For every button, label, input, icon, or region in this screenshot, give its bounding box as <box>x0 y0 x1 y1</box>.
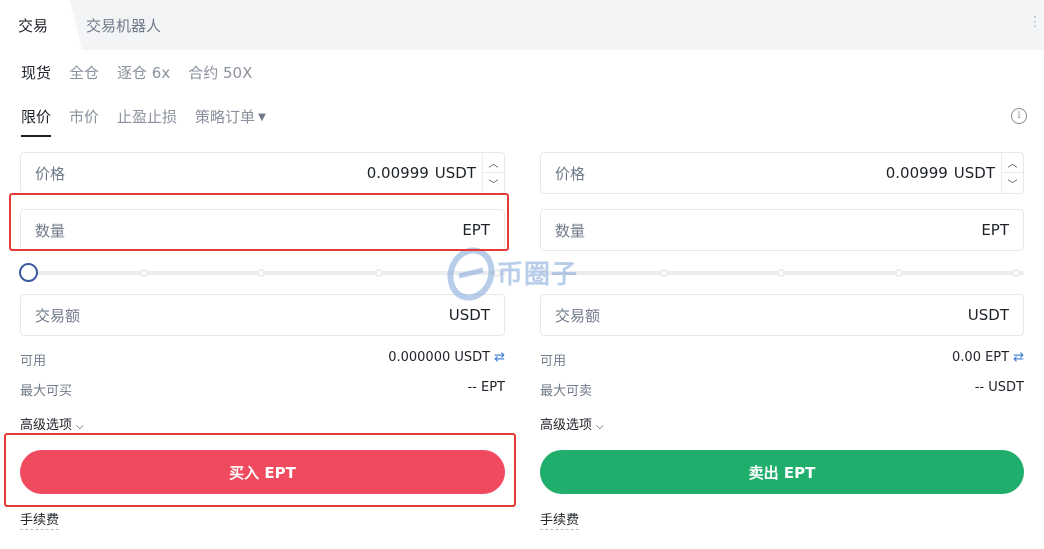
sell-quantity-input[interactable]: 数量 EPT <box>540 209 1024 251</box>
slider-mark-25[interactable] <box>660 269 668 277</box>
buy-price-value: 0.00999 USDT <box>366 164 476 182</box>
order-type-strategy-label: 策略订单 <box>195 108 256 126</box>
sell-price-stepper: ︿ ﹀ <box>1001 153 1023 193</box>
buy-quantity-label: 数量 <box>35 221 66 240</box>
sell-button-label: 卖出 EPT <box>748 463 816 482</box>
top-tab-bar: 交易 交易机器人 ⋮ <box>0 0 1044 50</box>
sell-total-label: 交易额 <box>555 306 601 325</box>
caret-down-icon: ▼ <box>258 112 266 123</box>
sell-quantity-label: 数量 <box>555 221 586 240</box>
slider-track <box>28 271 505 275</box>
order-type-strategy[interactable]: 策略订单 ▼ <box>195 106 266 137</box>
watermark-e-icon <box>447 247 495 301</box>
buy-available-row: 可用 0.000000 USDT ⇄ <box>20 350 505 369</box>
mode-spot[interactable]: 现货 <box>21 62 51 83</box>
more-icon[interactable]: ⋮ <box>1028 14 1042 30</box>
sell-advanced-options[interactable]: 高级选项 ⌵ <box>540 414 604 433</box>
buy-price-stepper: ︿ ﹀ <box>482 153 504 193</box>
watermark-text: 币圈子 <box>497 260 579 290</box>
swap-icon[interactable]: ⇄ <box>494 350 505 365</box>
info-icon[interactable]: i <box>1011 108 1027 124</box>
order-type-stop-limit[interactable]: 止盈止损 <box>117 106 177 137</box>
buy-button-label: 买入 EPT <box>229 463 296 482</box>
slider-mark-50[interactable] <box>257 269 265 277</box>
stepper-up-icon[interactable]: ︿ <box>483 153 504 173</box>
tab-trading-bot[interactable]: 交易机器人 <box>86 0 161 50</box>
tab-trading-bot-label: 交易机器人 <box>86 16 162 35</box>
slider-mark-25[interactable] <box>140 269 148 277</box>
watermark-logo: 币圈子 <box>445 244 605 304</box>
sell-available-row: 可用 0.00 EPT ⇄ <box>540 350 1024 369</box>
buy-price-input[interactable]: 价格 0.00999 USDT ︿ ﹀ <box>20 152 505 194</box>
buy-fee-link[interactable]: 手续费 <box>20 509 60 530</box>
margin-mode-tabs: 现货 全仓 逐仓 6x 合约 50X <box>21 62 270 83</box>
slider-mark-100[interactable] <box>1012 269 1020 277</box>
sell-price-value: 0.00999 USDT <box>885 164 995 182</box>
slider-mark-50[interactable] <box>777 269 785 277</box>
buy-advanced-options[interactable]: 高级选项 ⌵ <box>20 414 84 433</box>
buy-price-label: 价格 <box>35 164 66 183</box>
stepper-down-icon[interactable]: ﹀ <box>1002 173 1023 193</box>
sell-total-unit: USDT <box>967 306 1009 324</box>
buy-available-value: 0.000000 USDT <box>388 350 491 365</box>
order-type-tabs: 限价 市价 止盈止损 策略订单 ▼ <box>21 106 284 137</box>
chevron-down-icon: ⌵ <box>596 421 604 432</box>
sell-button[interactable]: 卖出 EPT <box>540 450 1024 494</box>
tab-trade-label: 交易 <box>17 16 48 35</box>
buy-quantity-input[interactable]: 数量 EPT <box>20 209 505 251</box>
stepper-down-icon[interactable]: ﹀ <box>483 173 504 193</box>
buy-button[interactable]: 买入 EPT <box>20 450 505 494</box>
mode-cross[interactable]: 全仓 <box>69 62 99 83</box>
buy-advanced-label: 高级选项 <box>20 418 73 433</box>
sell-max-row: 最大可卖 -- USDT <box>540 380 1024 399</box>
sell-advanced-label: 高级选项 <box>540 418 593 433</box>
buy-max-row: 最大可买 -- EPT <box>20 380 505 399</box>
sell-price-label: 价格 <box>555 164 586 183</box>
sell-fee-link[interactable]: 手续费 <box>540 509 580 530</box>
sell-amount-slider[interactable] <box>540 262 1024 282</box>
sell-total-input[interactable]: 交易额 USDT <box>540 294 1024 336</box>
chevron-down-icon: ⌵ <box>76 421 84 432</box>
order-type-limit[interactable]: 限价 <box>21 106 52 137</box>
buy-available-label: 可用 <box>20 354 47 369</box>
sell-available-label: 可用 <box>540 354 567 369</box>
slider-handle[interactable] <box>19 263 38 282</box>
buy-total-input[interactable]: 交易额 USDT <box>20 294 505 336</box>
buy-total-label: 交易额 <box>35 306 81 325</box>
swap-icon[interactable]: ⇄ <box>1013 350 1024 365</box>
sell-max-label: 最大可卖 <box>540 384 593 399</box>
sell-price-input[interactable]: 价格 0.00999 USDT ︿ ﹀ <box>540 152 1024 194</box>
buy-quantity-unit: EPT <box>462 221 490 239</box>
mode-futures[interactable]: 合约 50X <box>188 62 252 83</box>
buy-amount-slider[interactable] <box>19 262 505 282</box>
sell-available-value: 0.00 EPT <box>952 350 1010 365</box>
sell-max-value: -- USDT <box>974 380 1024 395</box>
slider-mark-75[interactable] <box>895 269 903 277</box>
buy-max-label: 最大可买 <box>20 384 73 399</box>
buy-total-unit: USDT <box>448 306 490 324</box>
buy-max-value: -- EPT <box>467 380 505 395</box>
order-type-market[interactable]: 市价 <box>69 106 99 137</box>
stepper-up-icon[interactable]: ︿ <box>1002 153 1023 173</box>
sell-quantity-unit: EPT <box>981 221 1009 239</box>
tab-trade[interactable]: 交易 <box>0 0 66 50</box>
mode-isolated[interactable]: 逐仓 6x <box>117 62 170 83</box>
slider-mark-75[interactable] <box>375 269 383 277</box>
